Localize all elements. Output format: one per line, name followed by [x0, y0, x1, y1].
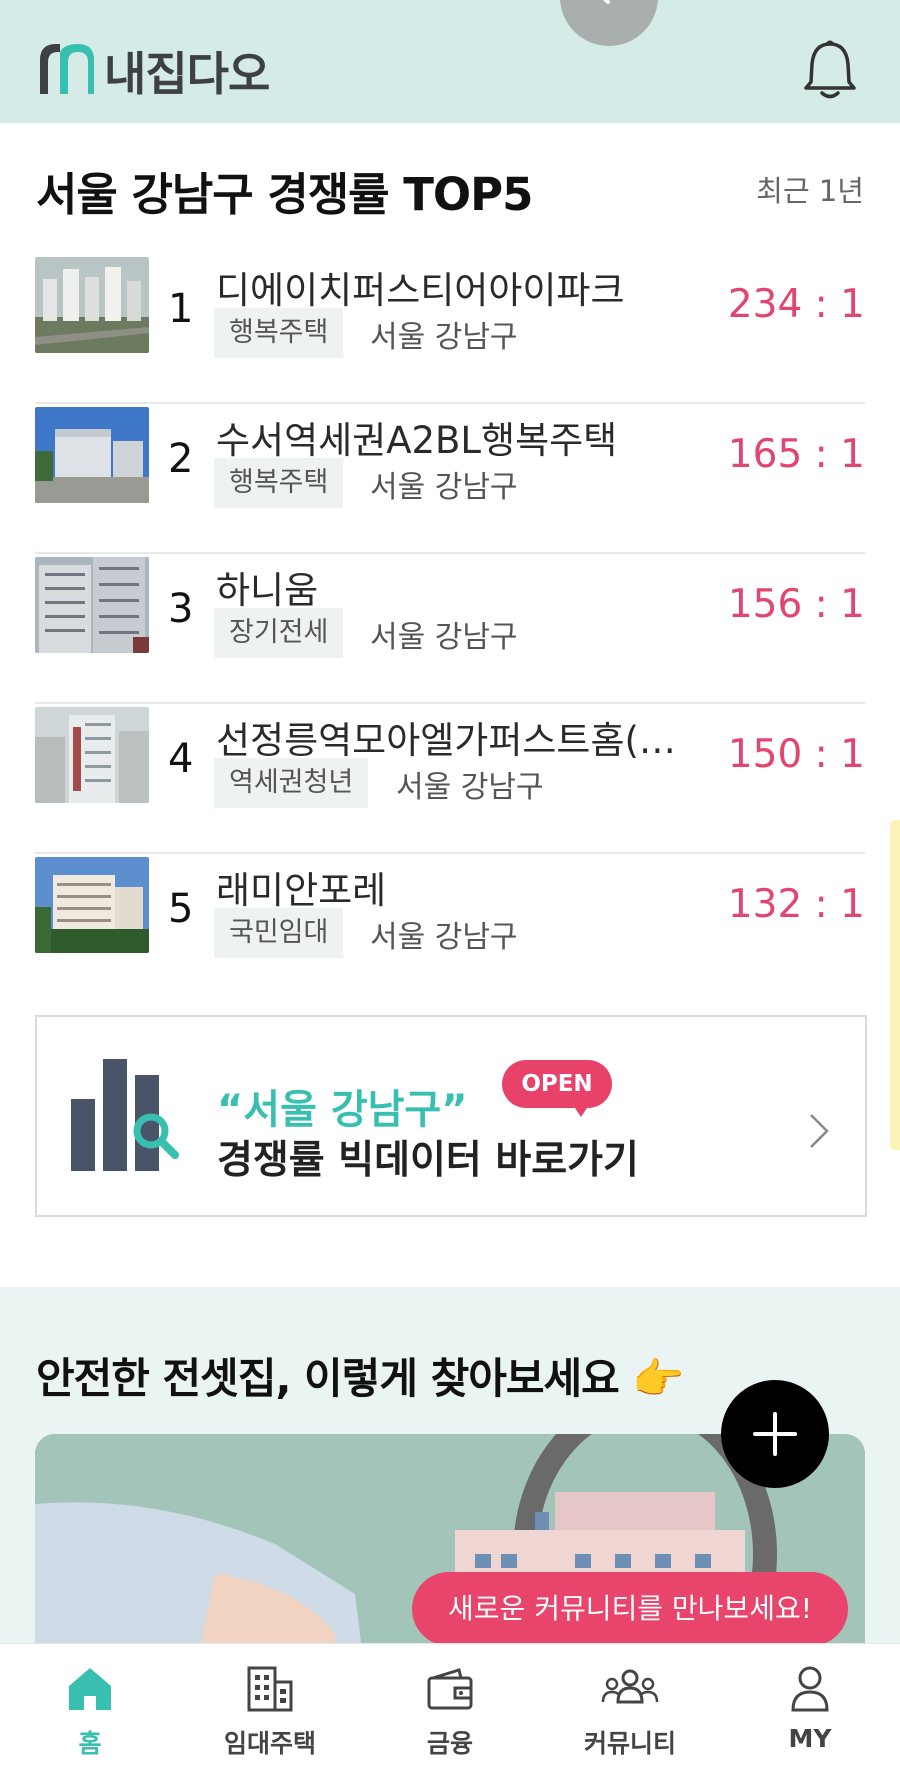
competition-ratio: 132 : 1 [727, 882, 865, 927]
bigdata-link-text: 경쟁률 빅데이터 바로가기 [217, 1138, 639, 1183]
rank-number: 3 [168, 586, 194, 632]
bigdata-region: “서울 강남구” [217, 1087, 468, 1133]
open-badge: OPEN [502, 1060, 612, 1108]
competition-ratio: 234 : 1 [727, 282, 865, 327]
competition-ratio: 156 : 1 [727, 582, 865, 627]
ranking-title: 서울 강남구 경쟁률 TOP5 [36, 168, 533, 221]
housing-type-tag: 행복주택 [214, 308, 344, 358]
complex-thumbnail [35, 257, 149, 353]
complex-name: 디에이치퍼스티어아이파크 [216, 269, 625, 312]
rank-number: 2 [168, 436, 194, 482]
tab-finance[interactable]: 금융 [360, 1644, 540, 1767]
competition-ratio: 165 : 1 [727, 432, 865, 477]
complex-name: 래미안포레 [216, 869, 387, 912]
open-badge-tail [573, 1105, 589, 1117]
complex-name: 수서역세권A2BL행복주택 [216, 419, 618, 462]
tab-label: 홈 [78, 1729, 102, 1758]
region-label: 서울 강남구 [370, 320, 518, 355]
housing-type-tag: 국민임대 [214, 908, 344, 958]
tab-home[interactable]: 홈 [0, 1644, 180, 1767]
side-scroll-indicator [890, 820, 900, 1150]
complex-thumbnail [35, 857, 149, 953]
tab-rental-housing[interactable]: 임대주택 [180, 1644, 360, 1767]
housing-type-tag: 장기전세 [214, 608, 344, 658]
logo-text: 내집다오 [104, 47, 270, 101]
rank-number: 4 [168, 736, 194, 782]
building-icon [245, 1664, 295, 1714]
rank-number: 5 [168, 886, 194, 932]
home-icon [65, 1664, 115, 1714]
housing-type-tag: 역세권청년 [214, 758, 369, 808]
ranking-item[interactable]: 3 하니움 장기전세 서울 강남구 156 : 1 [35, 554, 865, 704]
tab-label: MY [788, 1724, 832, 1753]
ranking-item[interactable]: 2 수서역세권A2BL행복주택 행복주택 서울 강남구 165 : 1 [35, 404, 865, 554]
tab-my[interactable]: MY [720, 1644, 900, 1767]
competition-ratio: 150 : 1 [727, 732, 865, 777]
app-logo[interactable]: 내집다오 [34, 38, 270, 104]
tab-community[interactable]: 커뮤니티 [540, 1644, 720, 1767]
ranking-period: 최근 1년 [756, 174, 864, 208]
people-icon [601, 1664, 659, 1714]
scroll-top-handle[interactable] [560, 0, 658, 46]
region-label: 서울 강남구 [370, 920, 518, 955]
notification-bell-icon[interactable] [800, 38, 860, 102]
complex-thumbnail [35, 707, 149, 803]
safe-jeonse-title: 안전한 전셋집, 이렇게 찾아보세요 👉 [36, 1354, 685, 1403]
housing-type-tag: 행복주택 [214, 458, 344, 508]
person-icon [785, 1664, 835, 1714]
bar-chart-search-icon [71, 1059, 181, 1175]
add-floating-button[interactable] [721, 1380, 829, 1488]
complex-name: 선정릉역모아엘가퍼스트홈(… [216, 719, 676, 762]
complex-thumbnail [35, 557, 149, 653]
tab-label: 금융 [426, 1729, 473, 1758]
bigdata-banner[interactable]: “서울 강남구” 경쟁률 빅데이터 바로가기 OPEN [35, 1015, 867, 1217]
community-tooltip[interactable]: 새로운 커뮤니티를 만나보세요! [412, 1572, 848, 1646]
chevron-right-icon [807, 1111, 831, 1155]
ranking-item[interactable]: 1 디에이치퍼스티어아이파크 행복주택 서울 강남구 234 : 1 [35, 254, 865, 404]
logo-mark-icon [34, 40, 98, 102]
wallet-icon [425, 1664, 475, 1714]
region-label: 서울 강남구 [370, 470, 518, 505]
complex-thumbnail [35, 407, 149, 503]
complex-name: 하니움 [216, 569, 319, 612]
app-header: 내집다오 [0, 0, 900, 123]
tab-label: 임대주택 [223, 1729, 316, 1758]
region-label: 서울 강남구 [370, 620, 518, 655]
tab-label: 커뮤니티 [583, 1729, 676, 1758]
bottom-tab-bar: 홈 임대주택 금융 커뮤니티 MY [0, 1643, 900, 1767]
rank-number: 1 [168, 286, 194, 332]
ranking-item[interactable]: 4 선정릉역모아엘가퍼스트홈(… 역세권청년 서울 강남구 150 : 1 [35, 704, 865, 854]
region-label: 서울 강남구 [396, 770, 544, 805]
ranking-list: 1 디에이치퍼스티어아이파크 행복주택 서울 강남구 234 : 1 2 수서역… [35, 254, 865, 1002]
ranking-item[interactable]: 5 래미안포레 국민임대 서울 강남구 132 : 1 [35, 854, 865, 1002]
